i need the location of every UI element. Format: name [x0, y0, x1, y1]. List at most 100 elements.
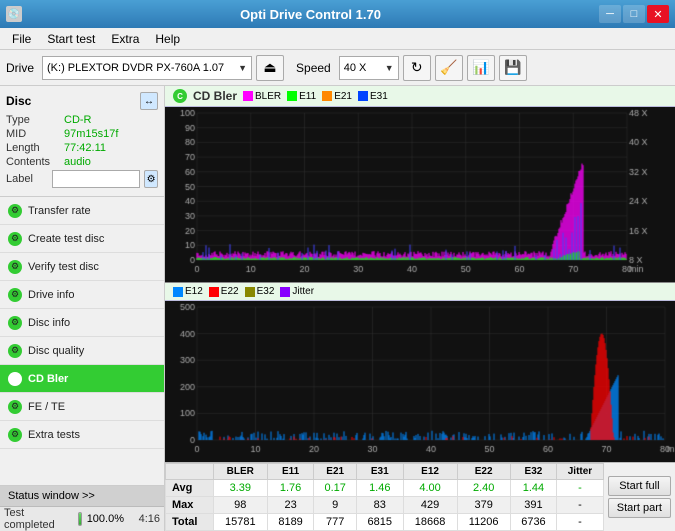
- row-label-avg: Avg: [166, 480, 214, 497]
- nav-verify-test-disc[interactable]: ⚙ Verify test disc: [0, 253, 164, 281]
- nav-icon-extra-tests: ⚙: [8, 428, 22, 442]
- legend-e12: E12: [173, 286, 203, 297]
- nav-label-disc-info: Disc info: [28, 317, 70, 329]
- clear-button[interactable]: 🧹: [435, 55, 463, 81]
- legend-dot-e31: [358, 91, 368, 101]
- minimize-button[interactable]: ─: [599, 5, 621, 23]
- nav-section: ⚙ Transfer rate ⚙ Create test disc ⚙ Ver…: [0, 197, 164, 485]
- content-area: C CD Bler BLER E11 E21: [165, 86, 675, 531]
- label-input[interactable]: [52, 170, 140, 188]
- window-controls: ─ □ ✕: [599, 5, 669, 23]
- menu-start-test[interactable]: Start test: [39, 30, 103, 48]
- mid-value: 97m15s17f: [64, 128, 118, 140]
- legend-dot-jitter: [280, 287, 290, 297]
- sidebar: Disc ↔ Type CD-R MID 97m15s17f Length 77…: [0, 86, 165, 531]
- nav-icon-transfer-rate: ⚙: [8, 204, 22, 218]
- progress-bar-fill: [79, 513, 81, 525]
- avg-bler: 3.39: [213, 480, 267, 497]
- table-action-buttons: Start full Start part: [604, 463, 675, 531]
- nav-extra-tests[interactable]: ⚙ Extra tests: [0, 421, 164, 449]
- chart1-canvas-wrap: [165, 107, 675, 282]
- legend-label-e21: E21: [334, 91, 352, 102]
- avg-jitter: -: [557, 480, 604, 497]
- nav-fe-te[interactable]: ⚙ FE / TE: [0, 393, 164, 421]
- graph-button[interactable]: 📊: [467, 55, 495, 81]
- legend-label-jitter: Jitter: [292, 286, 314, 297]
- avg-e11: 1.76: [267, 480, 314, 497]
- avg-e21: 0.17: [314, 480, 357, 497]
- nav-icon-verify-test: ⚙: [8, 260, 22, 274]
- status-window-button[interactable]: Status window >>: [0, 486, 164, 507]
- nav-drive-info[interactable]: ⚙ Drive info: [0, 281, 164, 309]
- total-e12: 18668: [403, 514, 457, 531]
- legend-bler: BLER: [243, 91, 281, 102]
- max-e22: 379: [457, 497, 510, 514]
- col-header-e21: E21: [314, 464, 357, 480]
- menu-file[interactable]: File: [4, 30, 39, 48]
- speed-label: Speed: [296, 61, 331, 75]
- app-title: Opti Drive Control 1.70: [22, 7, 599, 22]
- drive-combo-arrow: ▼: [238, 63, 247, 73]
- nav-label-fe-te: FE / TE: [28, 401, 65, 413]
- row-label-total: Total: [166, 514, 214, 531]
- legend-dot-e12: [173, 287, 183, 297]
- max-bler: 98: [213, 497, 267, 514]
- table-row-total: Total 15781 8189 777 6815 18668 11206 67…: [166, 514, 604, 531]
- col-header-bler: BLER: [213, 464, 267, 480]
- avg-e22: 2.40: [457, 480, 510, 497]
- start-full-button[interactable]: Start full: [608, 476, 671, 496]
- legend-e32: E32: [245, 286, 275, 297]
- nav-cd-bler[interactable]: ⚙ CD Bler: [0, 365, 164, 393]
- speed-combo[interactable]: 40 X ▼: [339, 56, 399, 80]
- start-part-button[interactable]: Start part: [608, 498, 671, 518]
- menu-extra[interactable]: Extra: [103, 30, 147, 48]
- legend-e21: E21: [322, 91, 352, 102]
- legend-dot-bler: [243, 91, 253, 101]
- nav-label-drive-info: Drive info: [28, 289, 74, 301]
- speed-value: 40 X: [344, 62, 367, 74]
- nav-label-transfer-rate: Transfer rate: [28, 205, 91, 217]
- legend-label-e22: E22: [221, 286, 239, 297]
- label-edit-button[interactable]: ⚙: [144, 170, 158, 188]
- total-e11: 8189: [267, 514, 314, 531]
- legend-label-e12: E12: [185, 286, 203, 297]
- eject-button[interactable]: ⏏: [256, 55, 284, 81]
- table-row-avg: Avg 3.39 1.76 0.17 1.46 4.00 2.40 1.44 -: [166, 480, 604, 497]
- max-e11: 23: [267, 497, 314, 514]
- nav-disc-quality[interactable]: ⚙ Disc quality: [0, 337, 164, 365]
- nav-label-create-test: Create test disc: [28, 233, 104, 245]
- contents-value: audio: [64, 156, 91, 168]
- nav-create-test-disc[interactable]: ⚙ Create test disc: [0, 225, 164, 253]
- toolbar: Drive (K:) PLEXTOR DVDR PX-760A 1.07 ▼ ⏏…: [0, 50, 675, 86]
- total-bler: 15781: [213, 514, 267, 531]
- nav-label-cd-bler: CD Bler: [28, 373, 68, 385]
- col-header-e12: E12: [403, 464, 457, 480]
- legend-label-e32: E32: [257, 286, 275, 297]
- refresh-button[interactable]: ↻: [403, 55, 431, 81]
- status-complete-text: Test completed: [4, 507, 74, 531]
- chart1-canvas: [165, 107, 675, 282]
- total-e21: 777: [314, 514, 357, 531]
- menu-help[interactable]: Help: [147, 30, 188, 48]
- close-button[interactable]: ✕: [647, 5, 669, 23]
- data-table: BLER E11 E21 E31 E12 E22 E32 Jitter Avg: [165, 463, 604, 531]
- maximize-button[interactable]: □: [623, 5, 645, 23]
- main-layout: Disc ↔ Type CD-R MID 97m15s17f Length 77…: [0, 86, 675, 531]
- nav-transfer-rate[interactable]: ⚙ Transfer rate: [0, 197, 164, 225]
- disc-refresh-button[interactable]: ↔: [140, 92, 158, 110]
- chart-header-1: C CD Bler BLER E11 E21: [165, 86, 675, 107]
- nav-icon-disc-info: ⚙: [8, 316, 22, 330]
- max-jitter: -: [557, 497, 604, 514]
- total-e32: 6736: [510, 514, 557, 531]
- save-button[interactable]: 💾: [499, 55, 527, 81]
- legend-jitter: Jitter: [280, 286, 314, 297]
- disc-title: Disc: [6, 94, 31, 108]
- legend-label-e11: E11: [299, 91, 316, 102]
- drive-combo[interactable]: (K:) PLEXTOR DVDR PX-760A 1.07 ▼: [42, 56, 252, 80]
- chart2-canvas-wrap: [165, 301, 675, 462]
- nav-label-extra-tests: Extra tests: [28, 429, 80, 441]
- col-header-empty: [166, 464, 214, 480]
- nav-disc-info[interactable]: ⚙ Disc info: [0, 309, 164, 337]
- time-display: 4:16: [128, 513, 160, 525]
- row-label-max: Max: [166, 497, 214, 514]
